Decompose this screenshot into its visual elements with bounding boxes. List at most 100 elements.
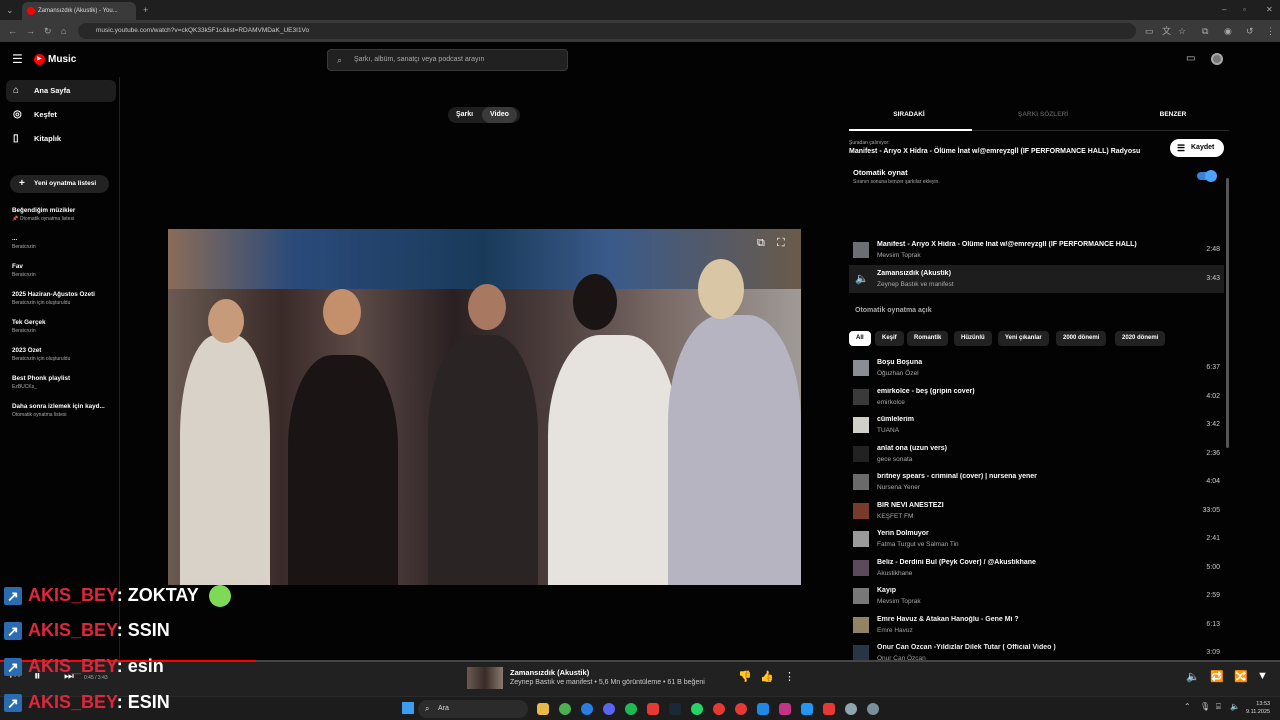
chip-sad[interactable]: Hüzünlü <box>954 331 992 346</box>
sidebar-item-library[interactable]: ▯ Kitaplık <box>6 128 116 150</box>
queue-row[interactable]: Kayıp Mevsim Toprak 2:59 <box>849 582 1224 610</box>
chip-romantic[interactable]: Romantik <box>907 331 949 346</box>
repeat-icon[interactable]: 🔁 <box>1210 670 1224 683</box>
tab-related[interactable]: BENZER <box>1113 111 1233 118</box>
tray-arrow-icon[interactable]: ⌃ <box>1184 702 1191 711</box>
queue-row[interactable]: Emre Havuz & Atakan Hanoğlu - Gene Mi ? E… <box>849 611 1224 639</box>
search-input[interactable]: ⌕ Şarkı, albüm, sanatçı veya podcast ara… <box>327 49 568 71</box>
more-options-icon[interactable]: ⋮ <box>784 670 795 683</box>
forward-icon[interactable]: → <box>26 25 35 37</box>
chip-2000s[interactable]: 2000 dönemi <box>1056 331 1107 346</box>
now-playing-title[interactable]: Zamansızdık (Akustik) <box>510 668 589 677</box>
queue-row[interactable]: anlat ona (uzun vers) gece sonata 2:36 <box>849 440 1224 468</box>
youtube-icon[interactable] <box>735 703 747 715</box>
profile-icon[interactable]: ◉ <box>1224 25 1232 37</box>
queue-row[interactable]: BİR NEVİ ANESTEZİ KEŞFET FM 33:05 <box>849 497 1224 525</box>
chip-new-releases[interactable]: Yeni çıkanlar <box>998 331 1049 346</box>
tab-lyrics[interactable]: ŞARKI SÖZLERİ <box>983 111 1103 118</box>
home-browser-icon[interactable]: ⌂ <box>61 25 66 37</box>
youtube-music-app: ☰ ▶ Music ⌕ Şarkı, albüm, sanatçı veya p… <box>0 42 1280 691</box>
app-icon[interactable] <box>647 703 659 715</box>
queue-row[interactable]: Manifest - Arıyo X Hidra - Ölüme İnat w/… <box>849 236 1224 264</box>
steam-icon[interactable] <box>669 703 681 715</box>
song-mode-button[interactable]: Şarkı <box>448 107 481 123</box>
account-avatar[interactable] <box>1211 53 1223 65</box>
taskbar-search[interactable]: ⌕ Ara <box>418 700 528 718</box>
edge-icon[interactable] <box>581 703 593 715</box>
tab-up-next[interactable]: SIRADAKİ <box>849 111 969 118</box>
dislike-icon[interactable]: 👎 <box>738 670 752 683</box>
autoplay-toggle[interactable] <box>1197 170 1217 182</box>
chip-2020s[interactable]: 2020 dönemi <box>1115 331 1166 346</box>
playlist-item[interactable]: Best Phonk playlist EzBUCKs_ <box>12 375 116 390</box>
miniplayer-icon[interactable]: ⧉ <box>757 237 765 250</box>
gear-icon[interactable] <box>867 703 879 715</box>
bookmark-star-icon[interactable]: ☆ <box>1178 25 1186 37</box>
chip-discover[interactable]: Keşif <box>875 331 904 346</box>
tab-list-icon[interactable]: ⌄ <box>6 4 14 16</box>
chip-all[interactable]: All <box>849 331 871 346</box>
instagram-icon[interactable] <box>779 703 791 715</box>
speaker-icon[interactable]: 🔈 <box>1230 702 1240 711</box>
browser-menu-icon[interactable]: ⋮ <box>1266 25 1275 37</box>
logo-text[interactable]: Music <box>48 54 76 65</box>
browser-tab[interactable]: Zamansızdık (Akustik) - You... <box>22 2 136 20</box>
extensions-icon[interactable]: ⧉ <box>1202 25 1208 37</box>
translate-icon[interactable]: 文 <box>1162 25 1171 37</box>
fullscreen-icon[interactable]: ⛶ <box>777 237 785 250</box>
discord-icon[interactable] <box>603 703 615 715</box>
install-app-icon[interactable]: ▭ <box>1145 25 1154 37</box>
settings-icon[interactable] <box>845 703 857 715</box>
video-player[interactable]: ⧉ ⛶ <box>168 229 801 585</box>
sync-icon[interactable]: ↺ <box>1246 25 1254 37</box>
close-window-icon[interactable]: ✕ <box>1266 4 1273 16</box>
queue-row[interactable]: emirkolce - beş (gripin cover) emirkolce 4… <box>849 383 1224 411</box>
url-field[interactable]: music.youtube.com/watch?v=ckQK33k5F1c&li… <box>78 23 1136 39</box>
minimize-icon[interactable]: – <box>1222 4 1226 16</box>
queue-scrollbar[interactable] <box>1226 178 1229 448</box>
track-thumbnail <box>853 242 869 258</box>
network-icon[interactable]: ⌸ <box>1216 702 1221 712</box>
chrome-icon[interactable] <box>559 703 571 715</box>
playlist-item[interactable]: 2025 Haziran-Ağustos Özeti Beratcnzin içi… <box>12 291 116 306</box>
whatsapp-icon[interactable] <box>691 703 703 715</box>
clock[interactable]: 13:53 9.11.2025 <box>1246 700 1270 716</box>
shuffle-icon[interactable]: 🔀 <box>1234 670 1248 683</box>
queue-row-current[interactable]: 🔈 Zamansızdık (Akustik) Zeynep Bastık ve… <box>849 265 1224 293</box>
reload-icon[interactable]: ↻ <box>44 25 52 37</box>
queue-row[interactable]: Beliz - Derdini Bul (Peyk Cover) / @Akus… <box>849 554 1224 582</box>
back-icon[interactable]: ← <box>8 25 17 37</box>
queue-row[interactable]: Yerin Dolmuyor Fatma Turgut ve Salman Tin… <box>849 525 1224 553</box>
youtube-music-icon[interactable] <box>713 703 725 715</box>
playlist-item[interactable]: Daha sonra izlemek için kayd... Otomatik … <box>12 403 116 418</box>
playlist-item[interactable]: Tek Gerçek Beratcnzin <box>12 319 116 334</box>
video-mode-button[interactable]: Video <box>482 107 517 123</box>
youtube-music-pwa-icon[interactable] <box>823 703 835 715</box>
new-tab-icon[interactable]: + <box>143 4 148 16</box>
new-playlist-button[interactable]: + Yeni oynatma listesi <box>10 175 109 193</box>
app-icon[interactable] <box>801 703 813 715</box>
cast-icon[interactable]: ▭ <box>1186 53 1195 64</box>
hamburger-menu-icon[interactable]: ☰ <box>12 52 23 66</box>
volume-icon[interactable]: 🔈 <box>1186 670 1200 683</box>
expand-player-icon[interactable]: ▼ <box>1257 670 1268 682</box>
microphone-icon[interactable]: 🎙 <box>1200 702 1210 711</box>
playlist-item[interactable]: ... Beratcnzin <box>12 235 116 250</box>
playlist-item[interactable]: Fav Beratcnzin <box>12 263 116 278</box>
file-explorer-icon[interactable] <box>537 703 549 715</box>
playlist-item[interactable]: Beğendiğim müzikler 📌 Otomatik oynatma li… <box>12 207 116 222</box>
queue-row[interactable]: britney spears - criminal (cover) | nurs… <box>849 468 1224 496</box>
save-button[interactable]: ☰ Kaydet <box>1170 139 1224 157</box>
mail-icon[interactable] <box>757 703 769 715</box>
playlist-item[interactable]: 2023 Özet Beratcnzin için oluşturuldu <box>12 347 116 362</box>
sidebar-item-explore[interactable]: ◎ Keşfet <box>6 104 116 126</box>
progress-track[interactable] <box>0 660 1280 662</box>
queue-row[interactable]: cümlelerim TUANA 3:42 <box>849 411 1224 439</box>
queue-row[interactable]: Boşu Boşuna Oğuzhan Özel 6:37 <box>849 354 1224 382</box>
maximize-icon[interactable]: ▫ <box>1243 4 1246 16</box>
now-playing-thumbnail[interactable] <box>467 667 503 689</box>
spotify-icon[interactable] <box>625 703 637 715</box>
like-icon[interactable]: 👍 <box>760 670 774 683</box>
sidebar-item-home[interactable]: ⌂ Ana Sayfa <box>6 80 116 102</box>
windows-start-icon[interactable] <box>402 702 414 714</box>
